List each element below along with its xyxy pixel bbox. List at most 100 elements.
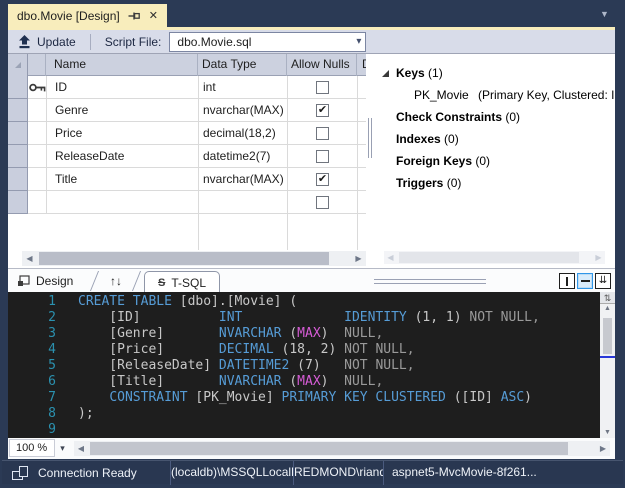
tab-design[interactable]: Design xyxy=(18,269,73,292)
code-line: 6 [Title] NVARCHAR (MAX) NULL, xyxy=(8,374,600,390)
grid-cell-data-type[interactable]: int xyxy=(198,76,287,99)
grid-cell-default[interactable] xyxy=(357,76,366,99)
grid-cell-default[interactable] xyxy=(357,99,366,122)
document-well-dropdown-icon[interactable]: ▼ xyxy=(600,8,609,20)
table-row: ReleaseDatedatetime2(7) xyxy=(8,145,366,168)
grid-panel-splitter[interactable] xyxy=(366,54,374,268)
grid-cell-name[interactable]: Genre xyxy=(46,99,198,122)
grid-cell-data-type[interactable] xyxy=(198,191,287,214)
scroll-up-icon[interactable]: ▲ xyxy=(600,305,615,312)
row-icon-cell xyxy=(28,191,46,214)
tsql-code-editor[interactable]: 1CREATE TABLE [dbo].[Movie] (2 [ID] INT … xyxy=(8,292,600,438)
horizontal-split-button[interactable] xyxy=(577,273,593,289)
grid-cell-data-type[interactable]: decimal(18,2) xyxy=(198,122,287,145)
grid-cell-data-type[interactable]: nvarchar(MAX) xyxy=(198,99,287,122)
grid-cell-data-type[interactable]: datetime2(7) xyxy=(198,145,287,168)
grid-icon-column-header[interactable] xyxy=(28,54,46,76)
script-file-dropdown[interactable]: dbo.Movie.sql ▾ xyxy=(169,32,366,52)
scroll-left-icon[interactable]: ◀ xyxy=(22,251,37,266)
tree-item-count: (0) xyxy=(472,154,490,168)
code-line: 7 CONSTRAINT [PK_Movie] PRIMARY KEY CLUS… xyxy=(8,390,600,406)
scroll-left-icon[interactable]: ◀ xyxy=(384,251,397,264)
allow-nulls-checkbox[interactable] xyxy=(316,81,329,94)
pane-grip-line[interactable] xyxy=(374,279,486,280)
panel-horizontal-scrollbar[interactable]: ◀ ▶ xyxy=(384,251,605,264)
allow-nulls-checkbox[interactable]: ✔ xyxy=(316,173,329,186)
column-header-allow-nulls[interactable]: Allow Nulls xyxy=(287,54,357,76)
line-number: 2 xyxy=(8,310,56,326)
caret-position-marker xyxy=(600,356,615,358)
column-header-name[interactable]: Name xyxy=(46,54,198,76)
code-text: CREATE TABLE [dbo].[Movie] ( xyxy=(78,294,297,309)
grid-horizontal-scrollbar[interactable]: ◀ ▶ xyxy=(22,251,366,266)
update-button[interactable]: Update xyxy=(8,30,86,53)
tree-item[interactable]: Check Constraints (0) xyxy=(374,106,615,128)
key-detail: (Primary Key, Clustered: I xyxy=(478,88,614,102)
pin-icon[interactable] xyxy=(128,10,141,22)
scrollbar-thumb[interactable] xyxy=(603,318,612,354)
key-name: PK_Movie xyxy=(414,88,478,102)
designer-toolbar: Update Script File: dbo.Movie.sql ▾ xyxy=(8,30,615,54)
grid-cell-default[interactable] xyxy=(357,191,366,214)
scrollbar-splitter-icon[interactable]: ⇅ xyxy=(600,292,615,304)
dropdown-caret-icon[interactable]: ▾ xyxy=(356,36,361,47)
allow-nulls-checkbox[interactable] xyxy=(316,127,329,140)
tree-item-label: Triggers xyxy=(396,176,443,190)
grid-cell-name[interactable] xyxy=(46,191,198,214)
tree-item[interactable]: Triggers (0) xyxy=(374,172,615,194)
tree-item[interactable]: Keys (1) xyxy=(374,62,615,84)
document-tab[interactable]: dbo.Movie [Design] ✕ xyxy=(8,4,167,27)
allow-nulls-checkbox[interactable] xyxy=(316,150,329,163)
zoom-caret-icon[interactable]: ▾ xyxy=(55,439,70,457)
code-text: [Title] NVARCHAR (MAX) NULL, xyxy=(78,374,383,389)
row-icon-cell xyxy=(28,122,46,145)
tree-child-item[interactable]: PK_Movie(Primary Key, Clustered: I xyxy=(374,84,615,106)
collapse-pane-button[interactable]: ⇊ xyxy=(595,273,611,289)
grid-cell-default[interactable] xyxy=(357,168,366,191)
tree-item[interactable]: Foreign Keys (0) xyxy=(374,150,615,172)
splitter-grip-icon xyxy=(368,118,369,158)
row-header[interactable] xyxy=(8,76,28,99)
allow-nulls-checkbox[interactable] xyxy=(316,196,329,209)
scrollbar-thumb[interactable] xyxy=(39,252,329,265)
vertical-split-button[interactable] xyxy=(559,273,575,289)
scroll-right-icon[interactable]: ▶ xyxy=(351,251,366,266)
close-icon[interactable]: ✕ xyxy=(149,9,158,22)
grid-cell-data-type[interactable]: nvarchar(MAX) xyxy=(198,168,287,191)
row-header[interactable] xyxy=(8,99,28,122)
scrollbar-thumb[interactable] xyxy=(90,442,568,455)
expanded-triangle-icon[interactable] xyxy=(382,70,389,77)
code-horizontal-scrollbar[interactable]: ◀ ▶ xyxy=(74,441,610,456)
code-text: [Price] DECIMAL (18, 2) NOT NULL, xyxy=(78,342,415,357)
grid-cell-default[interactable] xyxy=(357,122,366,145)
grid-cell-name[interactable]: Price xyxy=(46,122,198,145)
scroll-down-icon[interactable]: ▼ xyxy=(600,429,615,436)
row-header[interactable] xyxy=(8,145,28,168)
allow-nulls-checkbox[interactable]: ✔ xyxy=(316,104,329,117)
grid-cell-name[interactable]: Title xyxy=(46,168,198,191)
scrollbar-thumb[interactable] xyxy=(399,252,579,263)
scroll-right-icon[interactable]: ▶ xyxy=(596,441,610,456)
scroll-left-icon[interactable]: ◀ xyxy=(74,441,88,456)
tree-item-count: (1) xyxy=(425,66,443,80)
row-header[interactable] xyxy=(8,191,28,214)
column-header-data-type[interactable]: Data Type xyxy=(198,54,287,76)
connection-status-text: Connection Ready xyxy=(38,466,137,480)
code-vertical-scrollbar[interactable]: ⇅ ▲ ▼ xyxy=(600,292,615,438)
pane-grip-line[interactable] xyxy=(374,283,486,284)
grid-cell-default[interactable] xyxy=(357,145,366,168)
swap-panes-button[interactable]: ↑↓ xyxy=(110,269,122,292)
grid-cell-name[interactable]: ReleaseDate xyxy=(46,145,198,168)
vertical-split-icon xyxy=(566,277,568,286)
grid-cell-name[interactable]: ID xyxy=(46,76,198,99)
tab-tsql[interactable]: S T-SQL xyxy=(144,271,220,293)
scroll-right-icon[interactable]: ▶ xyxy=(592,251,605,264)
row-header[interactable] xyxy=(8,122,28,145)
tree-item-count: (0) xyxy=(441,132,459,146)
zoom-level-control[interactable]: 100 % xyxy=(9,439,55,457)
horizontal-split-icon xyxy=(581,280,590,282)
grid-corner-header[interactable] xyxy=(8,54,28,76)
row-header[interactable] xyxy=(8,168,28,191)
column-header-default[interactable]: D xyxy=(357,54,366,76)
tree-item[interactable]: Indexes (0) xyxy=(374,128,615,150)
